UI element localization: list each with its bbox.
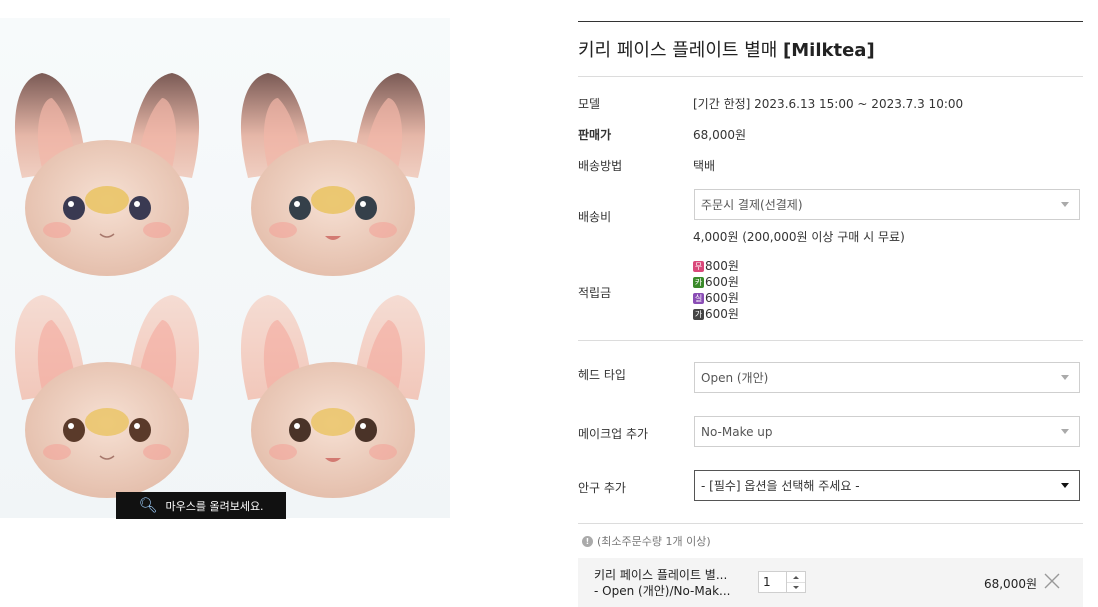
zoom-hint-text: 마우스를 올려보세요. [165,499,264,513]
fox-face-image [228,58,438,298]
product-title-variant: [Milktea] [783,40,875,61]
quantity-stepper[interactable] [758,571,806,593]
zoom-hint-bar: 🔍︎ 마우스를 올려보세요. [116,492,286,519]
shipping-fee-label: 배송비 [578,210,612,224]
points-badge-icon: 가 [693,308,704,320]
points-value: 600원 [705,307,739,321]
makeup-label: 메이크업 추가 [578,427,649,441]
head-type-label: 헤드 타입 [578,368,626,382]
selected-option-row: 키리 페이스 플레이트 별... - Open (개안)/No-Mak... 6… [578,558,1083,607]
points-label: 적립금 [578,286,612,300]
chevron-down-icon [1061,482,1069,488]
min-order-text: (최소주문수량 1개 이상) [597,535,711,548]
points-row: 가 600원 [693,306,739,322]
remove-item-close-icon[interactable] [1043,572,1061,590]
points-row: 무 800원 [693,258,739,274]
divider [578,340,1083,341]
divider [578,21,1083,22]
divider [578,76,1083,77]
eye-option-select-value: - [필수] 옵션을 선택해 주세요 - [701,479,860,493]
points-row: 카 600원 [693,274,739,290]
chevron-down-icon [1061,428,1069,434]
chevron-down-icon [1061,201,1069,207]
shipping-fee-select[interactable]: 주문시 결제(선결제) [694,189,1080,220]
makeup-select-value: No-Make up [701,424,773,439]
order-item-option: - Open (개안)/No-Mak... [594,584,731,598]
points-badge-icon: 카 [693,276,704,288]
price-label: 판매가 [578,128,612,142]
product-info-panel: 키리 페이스 플레이트 별매 [Milktea] 모델 [기간 한정] 2023… [578,0,1083,607]
fox-face-image [228,280,438,518]
magnifier-icon: 🔍︎ [138,496,158,514]
chevron-up-icon [793,575,799,579]
order-item-name: 키리 페이스 플레이트 별... [594,568,728,582]
points-value: 800원 [705,259,739,273]
divider [578,523,1083,524]
price-value: 68,000원 [693,128,747,142]
product-image-gallery[interactable] [0,18,450,518]
product-title: 키리 페이스 플레이트 별매 [Milktea] [578,36,875,62]
quantity-decrease-button[interactable] [787,582,805,592]
quantity-buttons [786,572,805,592]
model-label: 모델 [578,97,601,111]
model-value: [기간 한정] 2023.6.13 15:00 ~ 2023.7.3 10:00 [693,97,964,111]
eye-option-label: 안구 추가 [578,481,626,495]
points-list: 무 800원 카 600원 실 600원 가 600원 [693,258,739,322]
chevron-down-icon [1061,374,1069,380]
shipping-fee-select-value: 주문시 결제(선결제) [701,198,803,212]
points-badge-icon: 실 [693,292,704,304]
product-title-main: 키리 페이스 플레이트 별매 [578,40,784,61]
info-icon: ! [582,535,593,547]
eye-option-select[interactable]: - [필수] 옵션을 선택해 주세요 - [694,470,1080,501]
shipping-method-value: 택배 [693,159,716,173]
makeup-select[interactable]: No-Make up [694,416,1080,447]
head-type-select-value: Open (개안) [701,371,769,385]
head-type-select[interactable]: Open (개안) [694,362,1080,393]
min-order-note: ! (최소주문수량 1개 이상) [582,533,711,549]
points-badge-icon: 무 [693,260,704,272]
fox-face-image [2,280,212,518]
points-row: 실 600원 [693,290,739,306]
fox-face-image [2,58,212,298]
shipping-method-label: 배송방법 [578,159,623,173]
order-item-price: 68,000원 [983,577,1037,591]
points-value: 600원 [705,275,739,289]
points-value: 600원 [705,291,739,305]
chevron-down-icon [793,585,799,589]
shipping-fee-note: 4,000원 (200,000원 이상 구매 시 무료) [693,230,905,244]
